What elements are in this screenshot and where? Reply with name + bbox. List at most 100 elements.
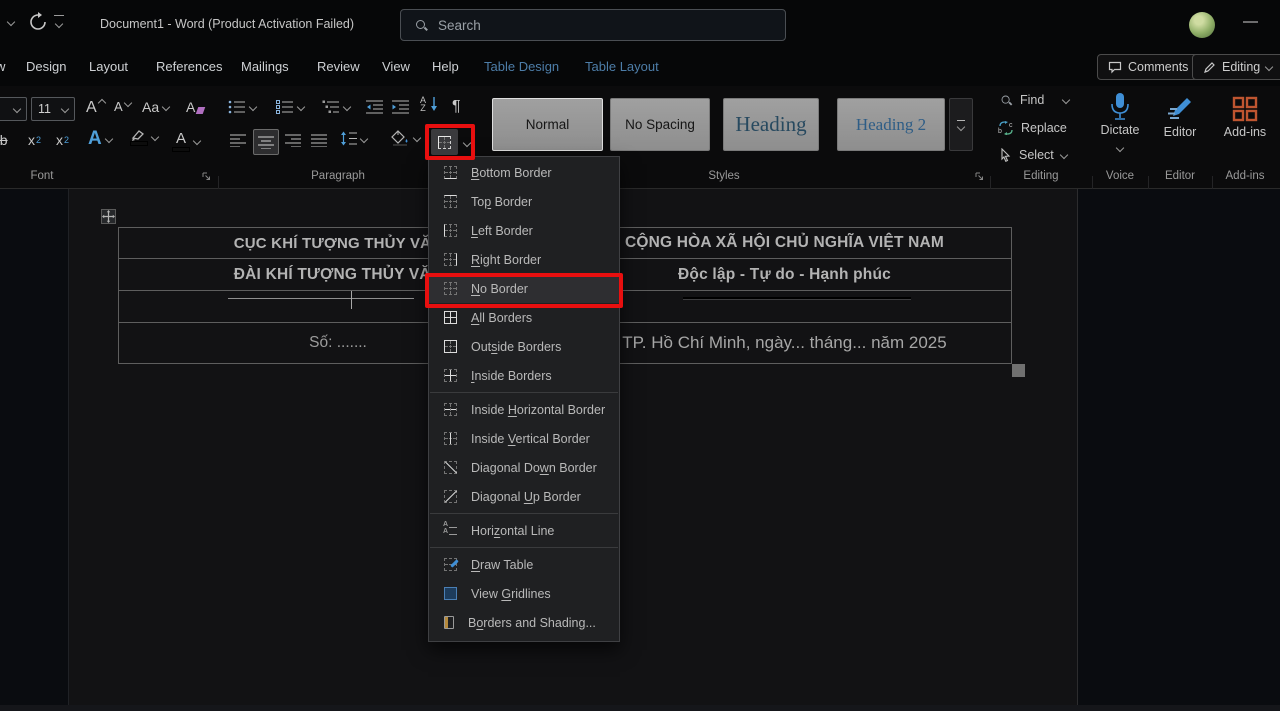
redo-icon[interactable] xyxy=(28,12,48,32)
sort-button[interactable]: A Z xyxy=(420,96,438,112)
tab-help[interactable]: Help xyxy=(432,59,459,74)
menu-item-bottom-border[interactable]: Bottom Border xyxy=(429,158,619,187)
editing-group-label: Editing xyxy=(991,170,1091,182)
align-center-button[interactable] xyxy=(253,129,279,155)
tab-design[interactable]: Design xyxy=(26,59,66,74)
align-right-button[interactable] xyxy=(285,134,301,147)
select-button[interactable]: Select xyxy=(999,148,1067,162)
bullets-icon xyxy=(228,100,246,114)
diagonal-down-border-icon xyxy=(444,461,457,474)
numbering-button[interactable] xyxy=(276,100,304,114)
editing-mode-button[interactable]: Editing xyxy=(1192,54,1280,80)
style-heading2[interactable]: Heading 2 xyxy=(837,98,945,151)
styles-dialog-launcher-icon[interactable] xyxy=(975,172,984,181)
find-button[interactable]: Find xyxy=(1000,93,1069,107)
menu-item-label: Inside Vertical Border xyxy=(471,432,590,446)
autosave-chevron-icon[interactable] xyxy=(7,18,15,26)
menu-item-label: Top Border xyxy=(471,195,532,209)
menu-item-diagonal-down-border[interactable]: Diagonal Down Border xyxy=(429,453,619,482)
menu-item-all-borders[interactable]: All Borders xyxy=(429,303,619,332)
pilcrow-button[interactable]: ¶ xyxy=(452,98,461,116)
shading-button[interactable] xyxy=(390,130,420,146)
menu-item-left-border[interactable]: Left Border xyxy=(429,216,619,245)
bottom-border-icon xyxy=(444,166,457,179)
ribbon-tab-row: w Design Layout References Mailings Revi… xyxy=(0,48,1280,86)
tab-layout[interactable]: Layout xyxy=(89,59,128,74)
replace-button[interactable]: bc Replace xyxy=(998,121,1067,135)
tab-partial[interactable]: w xyxy=(0,59,5,74)
menu-item-view-gridlines[interactable]: View Gridlines xyxy=(429,579,619,608)
font-dialog-launcher-icon[interactable] xyxy=(202,172,211,181)
clear-formatting-button[interactable]: A xyxy=(186,99,204,115)
tab-table-layout[interactable]: Table Layout xyxy=(585,59,659,74)
change-case-button[interactable]: Aa xyxy=(142,99,169,115)
window-title: Document1 - Word (Product Activation Fai… xyxy=(100,17,354,31)
search-input[interactable]: Search xyxy=(400,9,786,41)
subscript-button[interactable]: x2 xyxy=(28,132,41,148)
line-spacing-button[interactable] xyxy=(340,131,367,146)
highlight-color-button[interactable] xyxy=(130,128,158,146)
grow-font-button[interactable]: A xyxy=(86,99,105,117)
text-cursor xyxy=(351,291,352,309)
strikethrough-button[interactable]: ab xyxy=(0,132,8,148)
decrease-indent-button[interactable] xyxy=(366,100,383,114)
svg-text:b: b xyxy=(998,128,1002,135)
increase-indent-button[interactable] xyxy=(392,100,409,114)
menu-item-inside-borders[interactable]: Inside Borders xyxy=(429,361,619,390)
justify-button[interactable] xyxy=(311,134,327,147)
font-name-combo[interactable] xyxy=(0,97,27,121)
shrink-font-button[interactable]: A xyxy=(114,99,131,114)
tab-review[interactable]: Review xyxy=(317,59,360,74)
font-group-label: Font xyxy=(2,170,82,182)
table-cell-date[interactable]: TP. Hồ Chí Minh, ngày... tháng... năm 20… xyxy=(558,323,1011,363)
font-size-combo[interactable]: 11 xyxy=(31,97,75,121)
borders-button-icon xyxy=(438,136,451,149)
superscript-button[interactable]: x2 xyxy=(56,132,69,148)
editing-label: Editing xyxy=(1222,60,1260,74)
tab-view[interactable]: View xyxy=(382,59,410,74)
table-move-handle[interactable] xyxy=(101,209,116,224)
tab-table-design[interactable]: Table Design xyxy=(484,59,559,74)
comments-button[interactable]: Comments xyxy=(1097,54,1199,80)
menu-item-no-border[interactable]: No Border xyxy=(429,274,619,303)
menu-item-right-border[interactable]: Right Border xyxy=(429,245,619,274)
align-left-button[interactable] xyxy=(230,134,246,147)
menu-item-inside-vertical-border[interactable]: Inside Vertical Border xyxy=(429,424,619,453)
dictate-button[interactable]: Dictate xyxy=(1094,92,1146,155)
minimize-button[interactable]: — xyxy=(1243,13,1258,30)
styles-gallery-more-button[interactable] xyxy=(949,98,973,151)
menu-item-borders-and-shading[interactable]: Borders and Shading... xyxy=(429,608,619,637)
add-ins-grid-icon xyxy=(1232,96,1258,122)
multilevel-list-button[interactable] xyxy=(322,100,350,114)
menu-item-horizontal-line[interactable]: Horizontal Line xyxy=(429,516,619,545)
editor-button[interactable]: Editor xyxy=(1152,96,1208,139)
tab-references[interactable]: References xyxy=(156,59,222,74)
style-heading1[interactable]: Heading xyxy=(723,98,819,151)
table-resize-handle[interactable] xyxy=(1012,364,1025,377)
menu-item-top-border[interactable]: Top Border xyxy=(429,187,619,216)
bullets-button[interactable] xyxy=(228,100,256,114)
menu-item-inside-horizontal-border[interactable]: Inside Horizontal Border xyxy=(429,395,619,424)
borders-and-shading-icon xyxy=(444,616,454,629)
menu-item-diagonal-up-border[interactable]: Diagonal Up Border xyxy=(429,482,619,511)
menu-item-label: Inside Horizontal Border xyxy=(471,403,605,417)
menu-item-outside-borders[interactable]: Outside Borders xyxy=(429,332,619,361)
find-icon xyxy=(1001,94,1013,106)
avatar[interactable] xyxy=(1189,12,1215,38)
borders-button[interactable] xyxy=(431,129,458,155)
add-ins-button[interactable]: Add-ins xyxy=(1216,96,1274,139)
borders-chevron-icon[interactable] xyxy=(463,139,471,147)
text-effects-button[interactable]: A xyxy=(88,128,112,150)
menu-item-label: Right Border xyxy=(471,253,541,267)
menu-item-label: Inside Borders xyxy=(471,369,552,383)
table-cell-republic[interactable]: CỘNG HÒA XÃ HỘI CHỦ NGHĨA VIỆT NAM xyxy=(558,228,1011,258)
tab-mailings[interactable]: Mailings xyxy=(241,59,289,74)
no-border-icon xyxy=(444,282,457,295)
table-cell-motto[interactable]: Độc lập - Tự do - Hạnh phúc xyxy=(558,259,1011,290)
font-color-button[interactable]: A xyxy=(172,130,200,152)
menu-item-draw-table[interactable]: Draw Table xyxy=(429,550,619,579)
quick-access-chevron-icon[interactable] xyxy=(55,20,63,28)
style-normal[interactable]: Normal xyxy=(492,98,603,151)
style-no-spacing[interactable]: No Spacing xyxy=(610,98,710,151)
menu-item-label: View Gridlines xyxy=(471,587,551,601)
